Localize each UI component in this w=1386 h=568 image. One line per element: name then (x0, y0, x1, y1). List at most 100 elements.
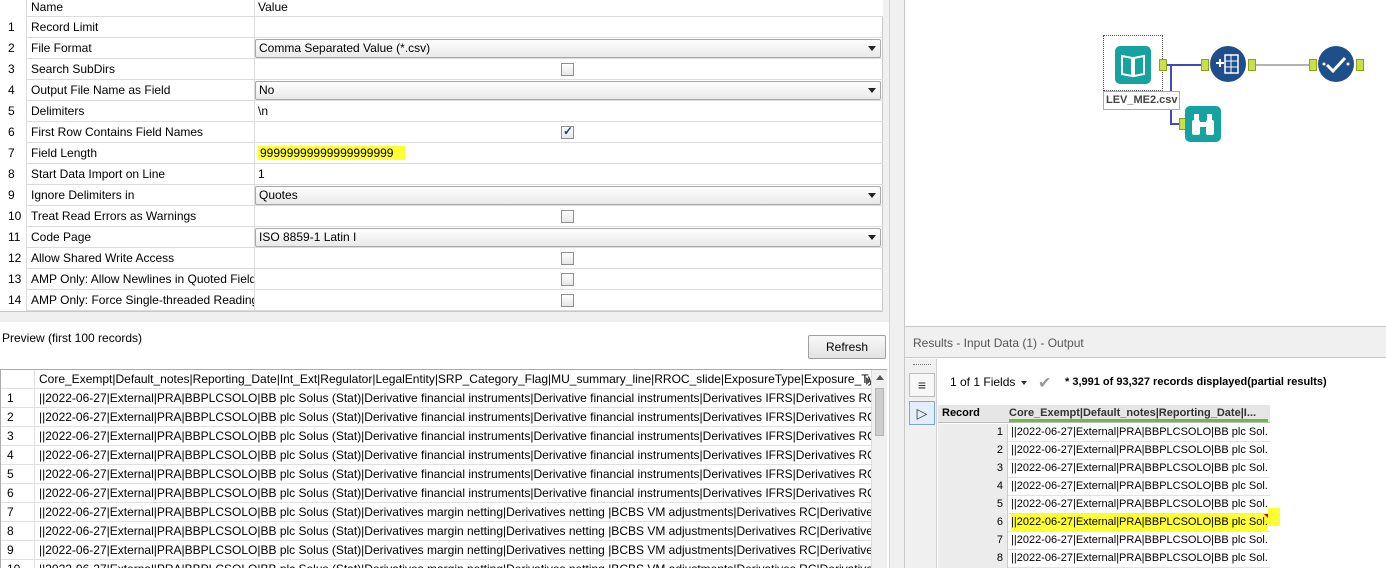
record-column-header[interactable]: Record (942, 407, 980, 419)
table-row[interactable]: 2 ||2022-06-27|External|PRA|BBPLCSOLO|BB … (938, 442, 1270, 460)
row-value: ||2022-06-27|External|PRA|BBPLCSOLO|BB p… (39, 391, 871, 405)
list-view-icon[interactable]: ≡ (909, 373, 935, 397)
search-subdirs-checkbox[interactable] (561, 63, 574, 76)
apply-check-icon[interactable]: ✔ (1038, 373, 1051, 393)
output-file-name-dropdown[interactable]: No (255, 81, 881, 100)
record-value: ||2022-06-27|External|PRA|BBPLCSOLO|BB p… (1011, 444, 1268, 456)
scroll-right-icon[interactable] (866, 377, 871, 385)
field-length-input[interactable]: 99999999999999999999 (255, 143, 883, 164)
table-row[interactable]: 10 ||2022-06-27|External|PRA|BBPLCSOLO|BB… (1, 560, 871, 568)
chevron-down-icon (1021, 380, 1028, 385)
table-row[interactable]: 7 ||2022-06-27|External|PRA|BBPLCSOLO|BB … (938, 532, 1270, 550)
output-data-tool[interactable] (1318, 46, 1354, 82)
output-anchor[interactable] (1356, 59, 1364, 71)
browse-tool[interactable] (1185, 106, 1221, 142)
option-name: First Row Contains Field Names (27, 122, 255, 143)
file-format-dropdown[interactable]: Comma Separated Value (*.csv) (255, 39, 881, 58)
option-name: Allow Shared Write Access (27, 248, 255, 269)
first-row-names-checkbox[interactable] (561, 124, 574, 139)
pane-splitter[interactable] (889, 0, 905, 568)
fields-dropdown-label: 1 of 1 Fields (950, 375, 1016, 389)
option-name: AMP Only: Force Single-threaded Reading (27, 290, 255, 311)
table-row[interactable]: 4 ||2022-06-27|External|PRA|BBPLCSOLO|BB … (938, 478, 1270, 496)
table-row[interactable]: 1 ||2022-06-27|External|PRA|BBPLCSOLO|BB … (938, 424, 1270, 442)
start-line-input[interactable]: 1 (255, 164, 883, 185)
table-row[interactable]: 6 ||2022-06-27|External|PRA|BBPLCSOLO|BB … (1, 484, 871, 503)
input-anchor[interactable] (1309, 59, 1317, 71)
output-file-name-value: No (259, 83, 275, 97)
preview-column-header: Core_Exempt|Default_notes|Reporting_Date… (39, 372, 871, 386)
shared-write-checkbox[interactable] (561, 252, 574, 265)
code-page-dropdown[interactable]: ISO 8859-1 Latin I (255, 228, 881, 247)
row-number: 8 (1, 522, 35, 540)
option-name: Field Length (27, 143, 255, 164)
delimiters-input[interactable]: \n (255, 101, 883, 122)
output-anchor[interactable] (1159, 59, 1167, 71)
table-row[interactable]: 8 ||2022-06-27|External|PRA|BBPLCSOLO|BB … (1, 522, 871, 541)
record-number: 7 (938, 532, 1008, 550)
preview-table[interactable]: Core_Exempt|Default_notes|Reporting_Date… (0, 369, 887, 568)
results-table[interactable]: Record Core_Exempt|Default_notes|Reporti… (938, 405, 1386, 568)
option-row-shared-write: 12 Allow Shared Write Access (0, 248, 883, 269)
row-value: ||2022-06-27|External|PRA|BBPLCSOLO|BB p… (39, 524, 871, 538)
tag-view-icon[interactable]: ▷ (909, 401, 935, 425)
formula-tool[interactable] (1210, 46, 1246, 82)
row-value: ||2022-06-27|External|PRA|BBPLCSOLO|BB p… (39, 467, 871, 481)
option-row-amp-single-thread: 14 AMP Only: Force Single-threaded Readi… (0, 290, 883, 311)
amp-newlines-checkbox[interactable] (561, 273, 574, 286)
workflow-canvas[interactable]: LEV_ME2.csv (905, 0, 1386, 324)
header-num-cell (0, 0, 27, 17)
grip-icon[interactable] (913, 364, 931, 367)
record-value: ||2022-06-27|External|PRA|BBPLCSOLO|BB p… (1011, 480, 1268, 492)
table-row[interactable]: 4 ||2022-06-27|External|PRA|BBPLCSOLO|BB … (1, 446, 871, 465)
table-row[interactable]: 1 ||2022-06-27|External|PRA|BBPLCSOLO|BB … (1, 389, 871, 408)
book-icon (1121, 54, 1145, 78)
preview-header-row: Core_Exempt|Default_notes|Reporting_Date… (1, 370, 871, 389)
row-number: 10 (0, 206, 27, 227)
refresh-button[interactable]: Refresh (808, 335, 886, 359)
record-limit-input[interactable] (255, 17, 883, 38)
scrollbar-thumb[interactable] (875, 388, 884, 436)
amp-single-thread-checkbox[interactable] (561, 294, 574, 307)
field-quality-bar (1009, 419, 1268, 422)
row-value: ||2022-06-27|External|PRA|BBPLCSOLO|BB p… (39, 410, 871, 424)
header-num-cell (1, 370, 35, 388)
treat-errors-checkbox[interactable] (561, 210, 574, 223)
table-row[interactable]: 9 ||2022-06-27|External|PRA|BBPLCSOLO|BB … (1, 541, 871, 560)
record-value: ||2022-06-27|External|PRA|BBPLCSOLO|BB p… (1011, 426, 1268, 438)
row-number: 10 (1, 560, 35, 568)
results-sidebar: ≡ ▷ (905, 359, 937, 568)
table-row[interactable]: 5 ||2022-06-27|External|PRA|BBPLCSOLO|BB … (1, 465, 871, 484)
record-value: ||2022-06-27|External|PRA|BBPLCSOLO|BB p… (1011, 534, 1268, 546)
chevron-down-icon (868, 88, 876, 93)
table-row-highlighted[interactable]: 6 ||2022-06-27|External|PRA|BBPLCSOLO|BB … (938, 514, 1270, 532)
table-row[interactable]: 3 ||2022-06-27|External|PRA|BBPLCSOLO|BB … (938, 460, 1270, 478)
row-value: ||2022-06-27|External|PRA|BBPLCSOLO|BB p… (39, 543, 871, 557)
table-row[interactable]: 3 ||2022-06-27|External|PRA|BBPLCSOLO|BB … (1, 427, 871, 446)
table-row[interactable]: 7 ||2022-06-27|External|PRA|BBPLCSOLO|BB … (1, 503, 871, 522)
row-number: 1 (1, 389, 35, 407)
record-value: ||2022-06-27|External|PRA|BBPLCSOLO|BB p… (1011, 498, 1268, 510)
vertical-scrollbar[interactable] (871, 370, 887, 568)
output-anchor[interactable] (1248, 59, 1256, 71)
ignore-delimiters-value: Quotes (259, 188, 298, 202)
option-name: Delimiters (27, 101, 255, 122)
option-row-field-length: 7 Field Length 99999999999999999999 (0, 143, 883, 164)
scroll-up-icon[interactable] (876, 375, 884, 380)
input-anchor[interactable] (1201, 59, 1209, 71)
field-column-header[interactable]: Core_Exempt|Default_notes|Reporting_Date… (1009, 407, 1269, 419)
configuration-grid: Name Value 1 Record Limit 2 File Format … (0, 0, 883, 312)
row-number: 3 (0, 59, 27, 80)
table-row[interactable]: 8 ||2022-06-27|External|PRA|BBPLCSOLO|BB … (938, 550, 1270, 568)
input-data-tool[interactable] (1115, 46, 1151, 84)
ignore-delimiters-dropdown[interactable]: Quotes (255, 186, 881, 205)
preview-label: Preview (first 100 records) (2, 331, 143, 345)
option-row-search-subdirs: 3 Search SubDirs (0, 59, 883, 80)
option-row-record-limit[interactable]: 1 Record Limit (0, 17, 883, 38)
option-name: Start Data Import on Line (27, 164, 255, 185)
fields-dropdown[interactable]: 1 of 1 Fields (950, 375, 1028, 389)
option-row-amp-newlines: 13 AMP Only: Allow Newlines in Quoted Fi… (0, 269, 883, 290)
row-number: 12 (0, 248, 27, 269)
table-row[interactable]: 2 ||2022-06-27|External|PRA|BBPLCSOLO|BB … (1, 408, 871, 427)
table-row[interactable]: 5 ||2022-06-27|External|PRA|BBPLCSOLO|BB … (938, 496, 1270, 514)
